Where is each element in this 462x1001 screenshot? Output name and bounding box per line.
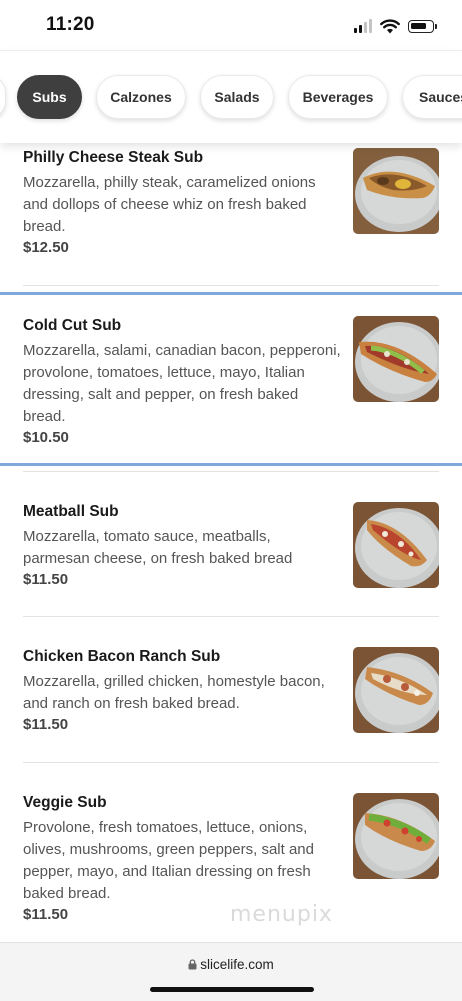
item-price: $11.50 [23,906,69,923]
item-name: Philly Cheese Steak Sub [23,149,204,166]
home-indicator[interactable] [150,987,314,992]
item-price: $11.50 [23,716,69,733]
item-name: Meatball Sub [23,503,119,520]
item-description: Mozzarella, salami, canadian bacon, pepp… [23,342,341,425]
category-pill-subs[interactable]: Subs [17,75,82,119]
item-description: Mozzarella, grilled chicken, homestyle b… [23,673,325,712]
status-icons [354,16,437,36]
item-divider-top [23,471,439,472]
item-price: $11.50 [23,571,69,588]
browser-toolbar: slicelife.com [0,942,462,1001]
category-pill-beverages[interactable]: Beverages [288,75,388,119]
menu-item-cold-cut[interactable]: Cold Cut Sub Mozzarella, salami, canadia… [0,292,462,466]
item-divider [23,285,439,286]
item-photo [353,793,439,879]
item-description: Mozzarella, philly steak, caramelized on… [23,174,316,235]
address-bar[interactable]: slicelife.com [0,957,462,972]
url-text: slicelife.com [200,957,274,972]
item-divider-top [23,616,439,617]
category-pill-previous[interactable] [0,75,6,119]
item-divider-top [23,762,439,763]
category-pill-calzones[interactable]: Calzones [96,75,186,119]
menu-item-philly-cheese-steak[interactable]: Philly Cheese Steak Sub Mozzarella, phil… [0,142,462,292]
status-time: 11:20 [46,14,95,35]
item-price: $10.50 [23,429,69,446]
category-nav: Subs Calzones Salads Beverages Sauces [0,50,462,143]
status-bar: 11:20 [0,0,462,50]
watermark-logo: menupix [230,902,333,927]
lock-icon [188,959,197,970]
battery-icon [408,19,437,33]
item-name: Chicken Bacon Ranch Sub [23,648,221,665]
item-price: $12.50 [23,239,69,256]
cellular-signal-icon [354,19,372,33]
menu-item-meatball[interactable]: Meatball Sub Mozzarella, tomato sauce, m… [0,466,462,616]
item-name: Cold Cut Sub [23,317,122,334]
item-description: Mozzarella, tomato sauce, meatballs, par… [23,528,293,567]
category-pill-salads[interactable]: Salads [200,75,274,119]
wifi-icon [380,18,400,33]
category-pill-sauces[interactable]: Sauces [402,75,462,119]
item-photo [353,502,439,588]
item-name: Veggie Sub [23,794,107,811]
item-photo [353,316,439,402]
item-photo [353,647,439,733]
item-photo [353,148,439,234]
category-scroller[interactable]: Subs Calzones Salads Beverages Sauces [0,51,462,143]
item-description: Provolone, fresh tomatoes, lettuce, onio… [23,819,314,902]
menu-item-chicken-bacon-ranch[interactable]: Chicken Bacon Ranch Sub Mozzarella, gril… [0,616,462,762]
